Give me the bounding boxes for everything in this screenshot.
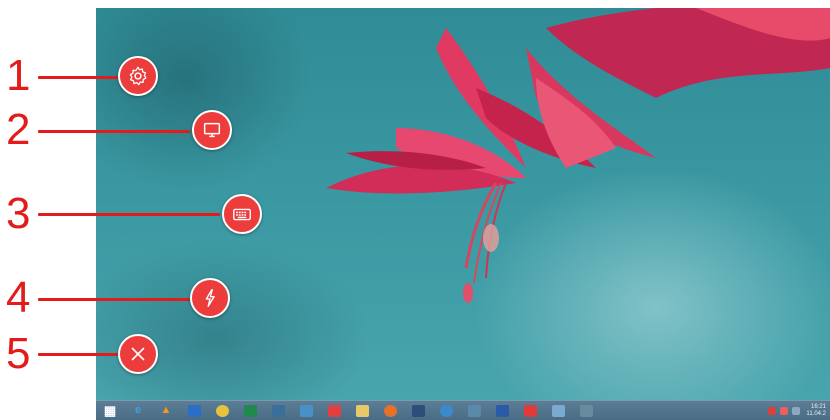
annotation-leader-line bbox=[38, 76, 118, 79]
annotation-leader-line bbox=[38, 130, 190, 133]
flower-wallpaper-image bbox=[326, 8, 830, 303]
close-icon bbox=[131, 347, 145, 361]
annotation-leader-line bbox=[38, 353, 118, 356]
chart-app-icon[interactable] bbox=[576, 403, 596, 419]
gear-icon bbox=[129, 66, 147, 86]
remote-desktop-icon[interactable] bbox=[436, 403, 456, 419]
annotation-number-4: 4 bbox=[6, 273, 31, 322]
clock-date: 11.04.2 bbox=[806, 411, 826, 417]
calendar-app-icon[interactable] bbox=[324, 403, 344, 419]
annotation-number-3: 3 bbox=[6, 189, 31, 238]
network-icon[interactable] bbox=[268, 403, 288, 419]
chrome-icon[interactable] bbox=[212, 403, 232, 419]
file-explorer-icon[interactable] bbox=[352, 403, 372, 419]
power-button[interactable] bbox=[190, 278, 230, 318]
tray-icon[interactable] bbox=[792, 407, 801, 415]
keyboard-icon bbox=[233, 208, 251, 221]
annotation-number-2: 2 bbox=[6, 105, 31, 154]
monitor-icon bbox=[203, 122, 221, 138]
word-icon[interactable] bbox=[492, 403, 512, 419]
windows-start-icon[interactable]: ▦ bbox=[100, 403, 120, 419]
system-tray: 16:21 11.04.2 bbox=[768, 403, 826, 419]
annotation-leader-line bbox=[38, 298, 190, 301]
media-icon[interactable] bbox=[520, 403, 540, 419]
keyboard-button[interactable] bbox=[222, 194, 262, 234]
monitor-app-icon[interactable] bbox=[548, 403, 568, 419]
clock-time: 16:21 bbox=[810, 404, 826, 410]
close-button[interactable] bbox=[118, 334, 158, 374]
firefox-icon[interactable] bbox=[380, 403, 400, 419]
annotation-number-1: 1 bbox=[6, 51, 31, 100]
display-button[interactable] bbox=[192, 110, 232, 150]
tray-icon[interactable] bbox=[768, 407, 777, 415]
excel-icon[interactable] bbox=[240, 403, 260, 419]
taskbar-clock[interactable]: 16:21 11.04.2 bbox=[806, 404, 826, 418]
lightning-bolt-icon bbox=[205, 289, 215, 307]
annotation-number-5: 5 bbox=[6, 329, 31, 378]
vlc-icon[interactable]: ▲ bbox=[156, 403, 176, 419]
outlook-icon[interactable] bbox=[184, 403, 204, 419]
ftp-client-icon[interactable] bbox=[408, 403, 428, 419]
internet-explorer-icon[interactable]: e bbox=[128, 403, 148, 419]
annotation-leader-line bbox=[38, 213, 220, 216]
pen-tool-icon[interactable] bbox=[296, 403, 316, 419]
settings-button[interactable] bbox=[118, 56, 158, 96]
windows-taskbar: ▦ e ▲ 16:21 11.04.2 bbox=[96, 400, 830, 420]
paint-icon[interactable] bbox=[464, 403, 484, 419]
tray-icon[interactable] bbox=[780, 407, 789, 415]
